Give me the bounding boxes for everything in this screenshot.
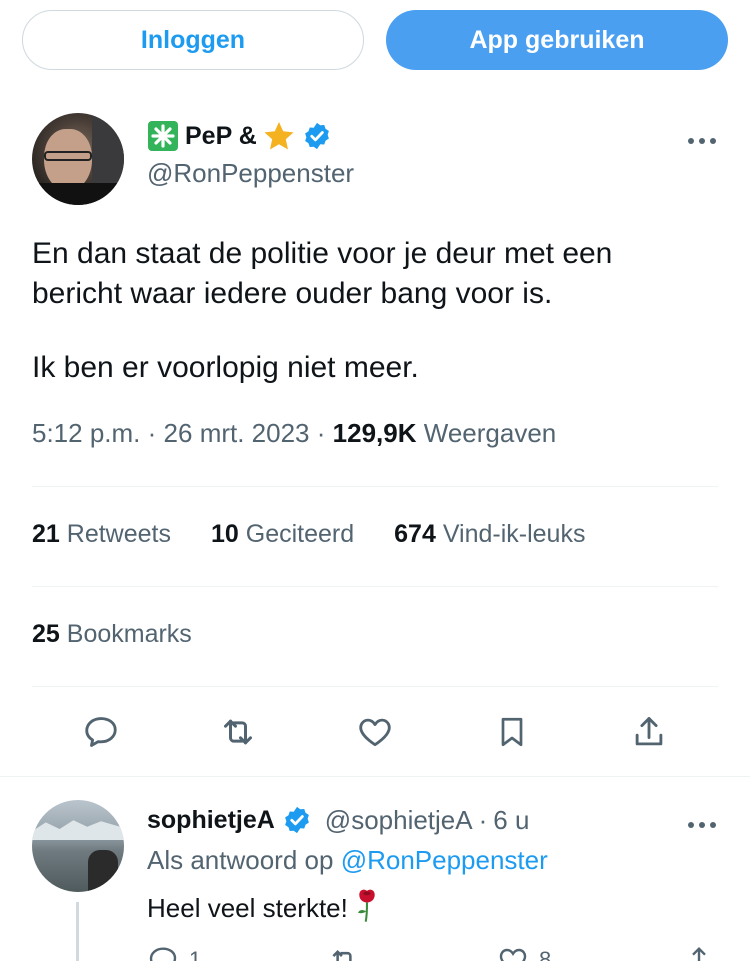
eight-spoked-asterisk-icon [147,120,179,152]
share-icon[interactable] [627,710,671,754]
reply-reply-button[interactable]: 1 [147,944,201,961]
login-button[interactable]: Inloggen [22,10,364,70]
author-avatar[interactable] [32,113,124,205]
reply-more-options-icon[interactable] [686,806,718,837]
tweet-text-line: bericht waar iedere ouder bang voor is. [32,277,553,310]
divider [32,486,718,487]
tweet-text-line: Ik ben er voorlopig niet meer. [32,351,419,384]
likes-stat[interactable]: 674 Vind-ik-leuks [394,520,585,549]
rose-icon [354,887,380,930]
reply-display-name[interactable]: sophietjeA [147,806,275,835]
reply-like-button[interactable]: 8 [497,944,551,961]
like-icon[interactable] [353,710,397,754]
thread-divider [0,776,750,777]
use-app-button[interactable]: App gebruiken [386,10,728,70]
reply-handle[interactable]: @sophietjeA [325,805,473,836]
author-handle[interactable]: @RonPeppenster [147,158,354,189]
bookmark-icon[interactable] [490,710,534,754]
divider [32,686,718,687]
tweet-meta: 5:12 p.m. · 26 mrt. 2023 · 129,9K Weerga… [32,418,557,448]
more-options-icon[interactable] [686,122,718,153]
quotes-stat[interactable]: 10 Geciteerd [211,520,354,549]
reply-icon [149,947,177,961]
top-bar: Inloggen App gebruiken [0,0,750,80]
reply-text: Heel veel sterkte! [147,887,380,930]
replying-to-handle-link[interactable]: @RonPeppenster [341,845,548,875]
reply-action-bar: 1 8 [147,944,727,961]
bookmarks-stat[interactable]: 25 Bookmarks [32,620,192,649]
reply-share-button[interactable] [683,944,715,961]
retweet-icon[interactable] [216,710,260,754]
share-icon [692,946,706,961]
like-icon [499,948,527,961]
replying-to: Als antwoord op @RonPeppenster [147,845,548,875]
retweets-stat[interactable]: 21 Retweets [32,520,171,549]
tweet-time[interactable]: 5:12 p.m. [32,418,140,448]
reply-icon[interactable] [79,710,123,754]
reply-header: sophietjeA @sophietjeA · 6 u [147,804,530,836]
author-display-name[interactable]: PeP & [185,122,257,151]
author-name-row[interactable]: PeP & [147,118,333,154]
tweet-text: En dan staat de politie voor je deur met… [32,234,722,388]
star-icon [263,120,295,152]
thread-connector-line [76,902,79,961]
verified-badge-icon [301,120,333,152]
views-count: 129,9K [332,418,417,448]
reply-time[interactable]: 6 u [493,805,529,836]
divider [32,586,718,587]
tweet-stats: 21 Retweets 10 Geciteerd 674 Vind-ik-leu… [32,520,585,549]
reply-retweet-button[interactable] [327,944,361,961]
views-label: Weergaven [423,418,557,448]
verified-badge-icon [281,804,313,836]
tweet-text-line: En dan staat de politie voor je deur met… [32,237,613,270]
reply-author-avatar[interactable] [32,800,124,892]
tweet-action-bar [0,710,750,758]
tweet-date[interactable]: 26 mrt. 2023 [164,418,310,448]
retweet-icon [332,949,352,961]
